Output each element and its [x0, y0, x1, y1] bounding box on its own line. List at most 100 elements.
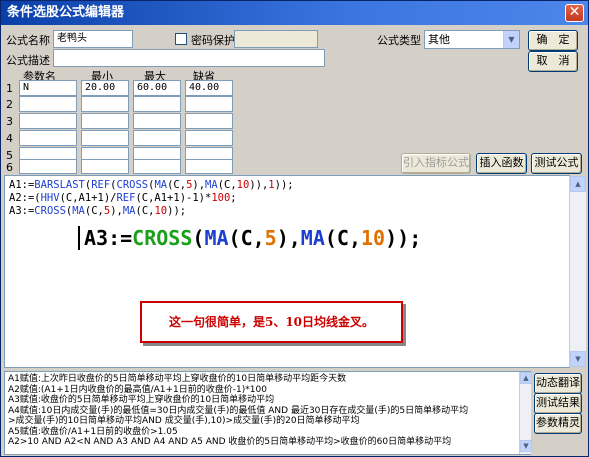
code-token: )); [274, 179, 294, 191]
insert-function-button[interactable]: 插入函数 [476, 153, 527, 174]
code-token: ( [192, 226, 205, 250]
code-token: MA [154, 179, 168, 191]
code-token: CROSS [34, 205, 66, 217]
formula-type-label: 公式类型 [377, 34, 421, 47]
password-checkbox[interactable] [175, 33, 187, 45]
zoomed-code-line: A3:=CROSS(MA(C,5),MA(C,10)); [78, 226, 421, 250]
param-default-input[interactable] [185, 113, 233, 129]
code-token: HHV [40, 192, 60, 204]
code-line-2: A2:=(HHV(C,A1+1)/REF(C,A1+1)-1)*100; [9, 192, 565, 205]
code-token: (C,A1+1)/ [59, 192, 117, 204]
code-token: MA [204, 226, 229, 250]
translation-line: A5赋值:收盘价/A1+1日前的收盘价>1.05 [8, 426, 178, 437]
dynamic-translate-button[interactable]: 动态翻译 [534, 373, 582, 394]
close-button[interactable]: ✕ [565, 4, 584, 22]
param-max-input[interactable] [133, 130, 181, 146]
import-indicator-button[interactable]: 引入指标公式 [401, 153, 471, 174]
param-default-input[interactable] [185, 159, 233, 174]
param-name-input[interactable] [19, 96, 77, 112]
param-row-index: 6 [6, 161, 13, 174]
code-token: ; [230, 192, 237, 204]
param-name-input[interactable]: N [19, 80, 77, 96]
param-max-input[interactable] [133, 113, 181, 129]
code-token: ), [192, 179, 206, 191]
code-token: ), [110, 205, 123, 217]
code-token: CROSS [132, 226, 193, 250]
formula-name-input[interactable]: 老鸭头 [53, 30, 133, 48]
code-token: BARSLAST [34, 179, 85, 191]
translation-line: A3赋值:收盘价的5日简单移动平均上穿收盘价的10日简单移动平均 [8, 395, 275, 405]
translation-output[interactable]: A1赋值:上次昨日收盘价的5日简单移动平均上穿收盘价的10日简单移动平均距今天数… [4, 371, 531, 455]
annotation-callout: 这一句很简单，是5、10日均线金叉。 [140, 301, 403, 343]
param-row-index: 4 [6, 132, 13, 145]
scroll-up-icon[interactable]: ▲ [520, 372, 532, 384]
window-title: 条件选股公式编辑器 [7, 5, 125, 20]
code-line-1: A1:=BARSLAST(REF(CROSS(MA(C,5),MA(C,10))… [9, 179, 565, 192]
translation-line: A1赋值:上次昨日收盘价的5日简单移动平均上穿收盘价的10日简单移动平均距今天数 [8, 374, 347, 384]
translation-line: A4赋值:10日内成交量(手)的最低值=30日内成交量(手)的最低值 AND 最… [8, 405, 469, 416]
cancel-button[interactable]: 取 消 [528, 51, 578, 72]
code-token: (C, [84, 205, 104, 217]
title-bar: 条件选股公式编辑器 ✕ [1, 1, 588, 25]
code-token: A3:= [9, 205, 35, 217]
password-input[interactable] [234, 30, 318, 48]
param-wizard-button[interactable]: 参数精灵 [534, 413, 582, 434]
formula-editor-window: 条件选股公式编辑器 ✕ 公式名称 老鸭头 密码保护 公式类型 其他 ▼ 确 定 … [0, 0, 589, 457]
code-token: (C, [167, 179, 187, 191]
param-default-input[interactable]: 40.00 [185, 80, 233, 96]
code-token: MA [72, 205, 85, 217]
chevron-down-icon[interactable]: ▼ [503, 31, 519, 48]
code-token: )); [385, 226, 422, 250]
test-result-button[interactable]: 测试结果 [534, 393, 582, 414]
param-row-index: 1 [6, 82, 13, 95]
param-max-input[interactable] [133, 96, 181, 112]
translation-line: A2赋值:(A1+1日内收盘价的最高值/A1+1日前的收盘价-1)*100 [8, 384, 267, 395]
formula-desc-label: 公式描述 [6, 54, 50, 67]
code-token: 100 [211, 192, 231, 204]
param-default-input[interactable] [185, 130, 233, 146]
param-min-input[interactable] [81, 130, 129, 146]
ok-button[interactable]: 确 定 [528, 30, 578, 51]
formula-type-select[interactable]: 其他 ▼ [424, 30, 520, 49]
code-scrollbar[interactable]: ▲ ▼ [569, 176, 586, 367]
param-min-input[interactable] [81, 113, 129, 129]
code-line-3: A3:=CROSS(MA(C,5),MA(C,10)); [9, 205, 565, 218]
param-min-input[interactable] [81, 159, 129, 174]
code-token: ), [276, 226, 301, 250]
scroll-down-icon[interactable]: ▼ [570, 351, 586, 367]
code-token: A1:= [9, 179, 35, 191]
code-token: (C, [135, 205, 155, 217]
formula-desc-input[interactable] [53, 49, 325, 67]
scroll-up-icon[interactable]: ▲ [570, 176, 586, 192]
translation-line: >成交量(手)的10日简单移动平均AND 成交量(手),10)>成交量(手)的2… [8, 416, 360, 426]
param-max-input[interactable]: 60.00 [133, 80, 181, 96]
formula-name-label: 公式名称 [6, 34, 50, 47]
formula-type-value: 其他 [428, 33, 450, 46]
param-default-input[interactable] [185, 96, 233, 112]
code-token: )); [167, 205, 187, 217]
code-token: (C, [324, 226, 362, 250]
param-row-index: 2 [6, 98, 13, 111]
param-name-input[interactable] [19, 113, 77, 129]
code-token: REF [91, 179, 111, 191]
code-token: 5 [264, 226, 277, 250]
param-min-input[interactable]: 20.00 [81, 80, 129, 96]
password-label: 密码保护 [191, 34, 235, 47]
translation-scrollbar[interactable]: ▲ ▼ [519, 372, 532, 454]
param-name-input[interactable] [19, 159, 77, 174]
code-token: MA [205, 179, 218, 191]
code-token: MA [122, 205, 136, 217]
code-token: )), [249, 179, 269, 191]
code-token: MA [300, 226, 325, 250]
code-token: CROSS [116, 179, 149, 191]
scroll-down-icon[interactable]: ▼ [520, 440, 532, 452]
param-name-input[interactable] [19, 130, 77, 146]
code-token: 10 [154, 205, 168, 217]
param-max-input[interactable] [133, 159, 181, 174]
code-token: 10 [236, 179, 250, 191]
param-min-input[interactable] [81, 96, 129, 112]
param-row-index: 3 [6, 115, 13, 128]
code-token: A2:=( [9, 192, 41, 204]
code-token: (C, [217, 179, 237, 191]
test-formula-button[interactable]: 测试公式 [531, 153, 582, 174]
